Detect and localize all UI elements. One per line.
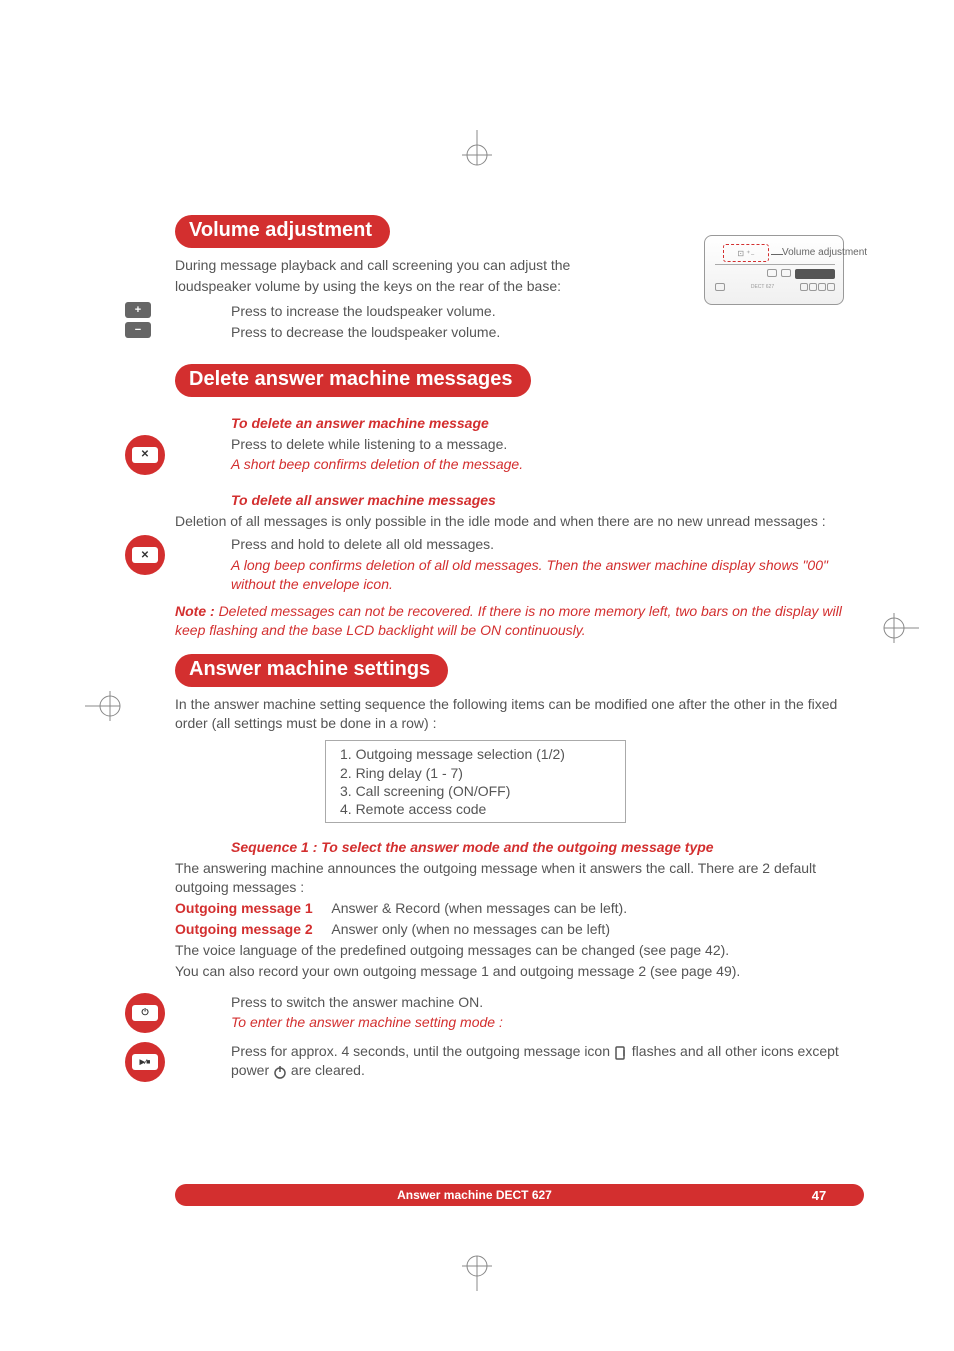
settings-section: Answer machine settings In the answer ma…: [175, 654, 864, 1080]
delete-line1: Press to delete while listening to a mes…: [231, 435, 864, 454]
volume-keys-icon: + −: [125, 302, 151, 338]
play-key-icon: ▶∕■: [132, 1054, 158, 1070]
delete-line3: Press and hold to delete all old message…: [231, 535, 864, 554]
voice-lang: The voice language of the predefined out…: [175, 941, 864, 960]
om1-label: Outgoing message 1: [175, 900, 313, 916]
delete-all-key-badge: ✕: [125, 535, 165, 575]
power-key-badge: ⏻: [125, 993, 165, 1033]
delete-sub1: To delete an answer machine message: [231, 415, 864, 431]
volume-intro-2: loudspeaker volume by using the keys on …: [175, 277, 595, 296]
minus-key-icon: −: [125, 322, 151, 338]
power-inline-icon: [273, 1065, 287, 1079]
settings-title: Answer machine settings: [175, 654, 448, 687]
delete-line3b: A long beep confirms deletion of all old…: [231, 556, 864, 594]
press-4s-c: are cleared.: [291, 1062, 365, 1078]
seq1-intro: The answering machine announces the outg…: [175, 859, 864, 897]
crop-mark-top: [457, 130, 497, 170]
press-on: Press to switch the answer machine ON.: [231, 993, 864, 1012]
delete-section: Delete answer machine messages To delete…: [175, 364, 864, 640]
note-text: Deleted messages can not be recovered. I…: [175, 603, 842, 638]
x-key-icon: ✕: [132, 447, 158, 463]
seq1-title: Sequence 1 : To select the answer mode a…: [231, 839, 864, 855]
footer-bar: Answer machine DECT 627 47: [175, 1184, 864, 1206]
enter-mode: To enter the answer machine setting mode…: [231, 1013, 864, 1032]
ogm-icon: [614, 1046, 628, 1060]
delete-line1b: A short beep confirms deletion of the me…: [231, 455, 864, 474]
crop-mark-right: [879, 608, 919, 648]
settings-item-3: 3. Call screening (ON/OFF): [340, 782, 565, 800]
delete-line2: Deletion of all messages is only possibl…: [175, 512, 864, 531]
base-station-diagram: ⊡ ⁺₋ DECT 627: [704, 235, 884, 325]
note-label: Note :: [175, 603, 215, 619]
press-4s: Press for approx. 4 seconds, until the o…: [231, 1042, 864, 1080]
delete-note: Note : Deleted messages can not be recov…: [175, 602, 864, 640]
footer-title: Answer machine DECT 627: [175, 1184, 774, 1206]
footer-page: 47: [774, 1184, 864, 1206]
play-key-badge: ▶∕■: [125, 1042, 165, 1082]
crop-mark-left: [85, 686, 125, 726]
volume-decrease: Press to decrease the loudspeaker volume…: [231, 323, 864, 342]
delete-key-badge: ✕: [125, 435, 165, 475]
plus-key-icon: +: [125, 302, 151, 318]
settings-item-2: 2. Ring delay (1 - 7): [340, 764, 565, 782]
om1-desc: Answer & Record (when messages can be le…: [331, 900, 627, 916]
press-4s-a: Press for approx. 4 seconds, until the o…: [231, 1043, 614, 1059]
settings-list-box: 1. Outgoing message selection (1/2) 2. R…: [325, 740, 626, 823]
power-key-icon: ⏻: [132, 1005, 158, 1021]
x-key-icon-2: ✕: [132, 547, 158, 563]
device-callout-label: Volume adjustment: [782, 247, 867, 258]
volume-intro-1: During message playback and call screeni…: [175, 256, 595, 275]
om2-label: Outgoing message 2: [175, 921, 313, 937]
record-own: You can also record your own outgoing me…: [175, 962, 864, 981]
device-screen-icon: ⊡ ⁺₋: [723, 244, 769, 262]
om2-desc: Answer only (when no messages can be lef…: [331, 921, 610, 937]
settings-item-1: 1. Outgoing message selection (1/2): [340, 745, 565, 763]
crop-mark-bottom: [457, 1251, 497, 1291]
delete-sub2: To delete all answer machine messages: [231, 492, 864, 508]
om2-row: Outgoing message 2 Answer only (when no …: [175, 920, 864, 939]
settings-item-4: 4. Remote access code: [340, 800, 565, 818]
volume-section: Volume adjustment During message playbac…: [175, 215, 864, 342]
volume-title: Volume adjustment: [175, 215, 390, 248]
delete-title: Delete answer machine messages: [175, 364, 531, 397]
om1-row: Outgoing message 1 Answer & Record (when…: [175, 899, 864, 918]
settings-intro: In the answer machine setting sequence t…: [175, 695, 864, 733]
